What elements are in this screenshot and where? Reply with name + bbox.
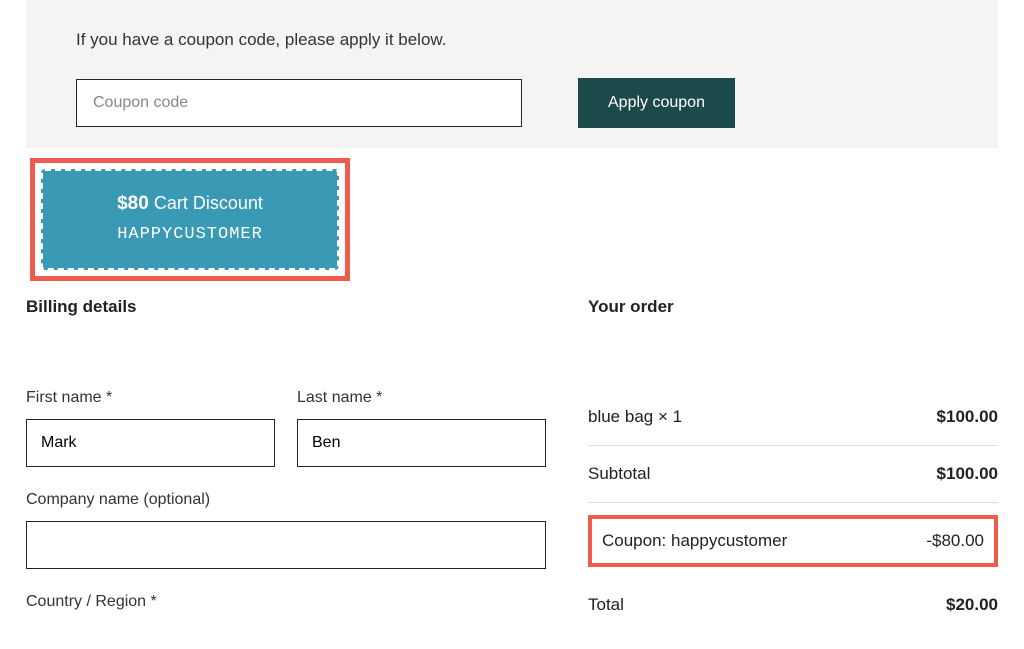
- ticket-amount: $80: [117, 193, 149, 214]
- coupon-prompt: If you have a coupon code, please apply …: [76, 30, 948, 50]
- last-name-label: Last name *: [297, 389, 546, 407]
- order-section: Your order blue bag × 1 $100.00 Subtotal…: [588, 297, 998, 633]
- order-total-price: $20.00: [946, 595, 998, 615]
- order-total-label: Total: [588, 595, 624, 615]
- order-item-price: $100.00: [937, 407, 998, 427]
- order-subtotal-row: Subtotal $100.00: [588, 446, 998, 503]
- company-input[interactable]: [26, 521, 546, 569]
- coupon-form-row: Apply coupon: [76, 78, 948, 128]
- order-coupon-label: Coupon: happycustomer: [602, 531, 787, 551]
- company-label: Company name (optional): [26, 491, 546, 509]
- first-name-input[interactable]: [26, 419, 275, 467]
- order-coupon-price: -$80.00: [926, 531, 984, 551]
- ticket-line1: $80 Cart Discount: [53, 193, 327, 215]
- billing-section: Billing details First name * Last name *…: [26, 297, 546, 633]
- order-item-row: blue bag × 1 $100.00: [588, 389, 998, 446]
- billing-title: Billing details: [26, 297, 546, 317]
- order-subtotal-label: Subtotal: [588, 464, 650, 484]
- coupon-ticket-highlight: $80 Cart Discount HAPPYCUSTOMER: [30, 158, 350, 281]
- ticket-label: Cart Discount: [154, 193, 263, 213]
- order-coupon-row-highlight: Coupon: happycustomer -$80.00: [588, 515, 998, 567]
- first-name-label: First name *: [26, 389, 275, 407]
- order-subtotal-price: $100.00: [937, 464, 998, 484]
- apply-coupon-button[interactable]: Apply coupon: [578, 78, 735, 128]
- order-title: Your order: [588, 297, 998, 317]
- coupon-banner: If you have a coupon code, please apply …: [26, 0, 998, 148]
- coupon-ticket: $80 Cart Discount HAPPYCUSTOMER: [41, 169, 339, 270]
- order-item-label: blue bag × 1: [588, 407, 682, 427]
- coupon-code-input[interactable]: [76, 79, 522, 127]
- order-total-row: Total $20.00: [588, 577, 998, 633]
- ticket-code: HAPPYCUSTOMER: [53, 225, 327, 244]
- country-label: Country / Region *: [26, 593, 546, 611]
- last-name-input[interactable]: [297, 419, 546, 467]
